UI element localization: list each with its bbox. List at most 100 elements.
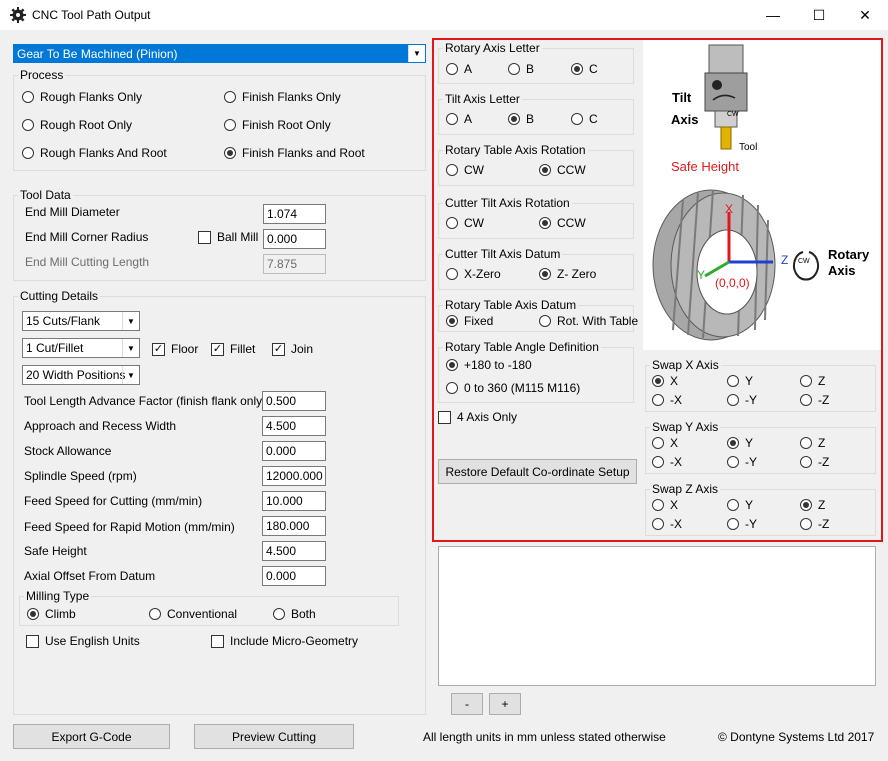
- output-textarea[interactable]: [438, 546, 876, 686]
- rotary-datum-fixed-radio[interactable]: Fixed: [446, 314, 493, 328]
- end-mill-diameter-input[interactable]: 1.074: [263, 204, 326, 224]
- close-button[interactable]: ✕: [842, 0, 888, 30]
- rotary-letter-b-radio[interactable]: B: [508, 62, 534, 76]
- feed-rapid-input[interactable]: 180.000: [262, 516, 326, 536]
- export-gcode-button[interactable]: Export G-Code: [13, 724, 170, 749]
- process-rough-flanks-radio[interactable]: Rough Flanks Only: [22, 90, 142, 104]
- cut-per-fillet-select[interactable]: 1 Cut/Fillet▼: [22, 338, 140, 358]
- field-label: Approach and Recess Width: [24, 419, 176, 433]
- micro-geometry-checkbox[interactable]: Include Micro-Geometry: [211, 634, 358, 648]
- process-finish-flanks-radio[interactable]: Finish Flanks Only: [224, 90, 341, 104]
- units-note: All length units in mm unless stated oth…: [423, 730, 666, 744]
- radio-dot: [446, 382, 458, 394]
- radio-dot: [224, 91, 236, 103]
- group-legend: Swap Y Axis: [650, 421, 720, 433]
- swap-y-y-radio[interactable]: Y: [727, 436, 753, 450]
- swap-y-negz-radio[interactable]: -Z: [800, 455, 829, 469]
- minimize-button[interactable]: —: [750, 0, 796, 30]
- cuts-per-flank-select[interactable]: 15 Cuts/Flank▼: [22, 311, 140, 331]
- approach-recess-input[interactable]: 4.500: [262, 416, 326, 436]
- preview-cutting-button[interactable]: Preview Cutting: [194, 724, 354, 749]
- radio-dot: [273, 608, 285, 620]
- join-checkbox[interactable]: ✓Join: [272, 342, 313, 356]
- stock-allowance-input[interactable]: 0.000: [262, 441, 326, 461]
- swap-x-y-radio[interactable]: Y: [727, 374, 753, 388]
- radio-dot: [224, 119, 236, 131]
- swap-y-negy-radio[interactable]: -Y: [727, 455, 757, 469]
- safe-height-input[interactable]: 4.500: [262, 541, 326, 561]
- tilt-rotation-ccw-radio[interactable]: CCW: [539, 216, 586, 230]
- angle-180-radio[interactable]: +180 to -180: [446, 358, 532, 372]
- four-axis-only-checkbox[interactable]: 4 Axis Only: [438, 410, 517, 424]
- radio-label: Finish Flanks and Root: [242, 146, 365, 160]
- radio-label: CCW: [557, 216, 586, 230]
- process-rough-flanks-root-radio[interactable]: Rough Flanks And Root: [22, 146, 167, 160]
- swap-x-negy-radio[interactable]: -Y: [727, 393, 757, 407]
- swap-x-x-radio[interactable]: X: [652, 374, 678, 388]
- tool-length-advance-input[interactable]: 0.500: [262, 391, 326, 411]
- end-mill-diameter-label: End Mill Diameter: [25, 205, 120, 219]
- rotary-letter-a-radio[interactable]: A: [446, 62, 472, 76]
- tilt-letter-c-radio[interactable]: C: [571, 112, 598, 126]
- swap-x-negz-radio[interactable]: -Z: [800, 393, 829, 407]
- radio-label: Z: [818, 374, 825, 388]
- radio-dot: [652, 437, 664, 449]
- english-units-checkbox[interactable]: Use English Units: [26, 634, 140, 648]
- swap-z-x-radio[interactable]: X: [652, 498, 678, 512]
- zoom-out-button[interactable]: -: [451, 693, 483, 715]
- radio-dot: [508, 113, 520, 125]
- radio-dot: [571, 63, 583, 75]
- radio-dot: [727, 456, 739, 468]
- swap-z-negz-radio[interactable]: -Z: [800, 517, 829, 531]
- swap-y-z-radio[interactable]: Z: [800, 436, 825, 450]
- zoom-in-button[interactable]: +: [489, 693, 521, 715]
- milling-conventional-radio[interactable]: Conventional: [149, 607, 237, 621]
- rotary-rotation-cw-radio[interactable]: CW: [446, 163, 484, 177]
- radio-label: -Z: [818, 517, 829, 531]
- rotary-datum-rot-table-radio[interactable]: Rot. With Table: [539, 314, 638, 328]
- milling-both-radio[interactable]: Both: [273, 607, 316, 621]
- feed-cutting-input[interactable]: 10.000: [262, 491, 326, 511]
- swap-z-negx-radio[interactable]: -X: [652, 517, 682, 531]
- tilt-rotation-cw-radio[interactable]: CW: [446, 216, 484, 230]
- swap-y-x-radio[interactable]: X: [652, 436, 678, 450]
- ball-mill-checkbox[interactable]: Ball Mill: [198, 230, 258, 244]
- milling-climb-radio[interactable]: Climb: [27, 607, 76, 621]
- tilt-letter-a-radio[interactable]: A: [446, 112, 472, 126]
- swap-x-z-radio[interactable]: Z: [800, 374, 825, 388]
- radio-dot: [571, 113, 583, 125]
- safe-height-label: Safe Height: [671, 159, 739, 174]
- angle-360-radio[interactable]: 0 to 360 (M115 M116): [446, 381, 580, 395]
- rotary-letter-c-radio[interactable]: C: [571, 62, 598, 76]
- rotary-label: Rotary: [828, 247, 869, 262]
- tilt-letter-b-radio[interactable]: B: [508, 112, 534, 126]
- radio-dot: [652, 499, 664, 511]
- process-finish-flanks-root-radio[interactable]: Finish Flanks and Root: [224, 146, 365, 160]
- radio-label: Finish Root Only: [242, 118, 331, 132]
- swap-y-negx-radio[interactable]: -X: [652, 455, 682, 469]
- restore-default-button[interactable]: Restore Default Co-ordinate Setup: [438, 459, 637, 484]
- tilt-datum-z-zero-radio[interactable]: Z- Zero: [539, 267, 596, 281]
- gear-select[interactable]: Gear To Be Machined (Pinion) ▼: [13, 44, 426, 63]
- width-positions-select[interactable]: 20 Width Positions▼: [22, 365, 140, 385]
- rotary-rotation-ccw-radio[interactable]: CCW: [539, 163, 586, 177]
- radio-label: X: [670, 436, 678, 450]
- maximize-button[interactable]: ☐: [796, 0, 842, 30]
- radio-label: Z: [818, 436, 825, 450]
- swap-z-y-radio[interactable]: Y: [727, 498, 753, 512]
- fillet-checkbox[interactable]: ✓Fillet: [211, 342, 255, 356]
- spindle-speed-input[interactable]: 12000.000: [262, 466, 326, 486]
- process-finish-root-radio[interactable]: Finish Root Only: [224, 118, 331, 132]
- close-icon: ✕: [859, 7, 871, 24]
- axial-offset-input[interactable]: 0.000: [262, 566, 326, 586]
- swap-z-negy-radio[interactable]: -Y: [727, 517, 757, 531]
- group-legend: Cutter Tilt Axis Datum: [443, 248, 562, 260]
- z-axis-label: Z: [781, 253, 788, 267]
- corner-radius-input[interactable]: 0.000: [263, 229, 326, 249]
- process-rough-root-radio[interactable]: Rough Root Only: [22, 118, 132, 132]
- radio-label: Z- Zero: [557, 267, 596, 281]
- floor-checkbox[interactable]: ✓Floor: [152, 342, 198, 356]
- swap-x-negx-radio[interactable]: -X: [652, 393, 682, 407]
- swap-z-z-radio[interactable]: Z: [800, 498, 825, 512]
- tilt-datum-x-zero-radio[interactable]: X-Zero: [446, 267, 501, 281]
